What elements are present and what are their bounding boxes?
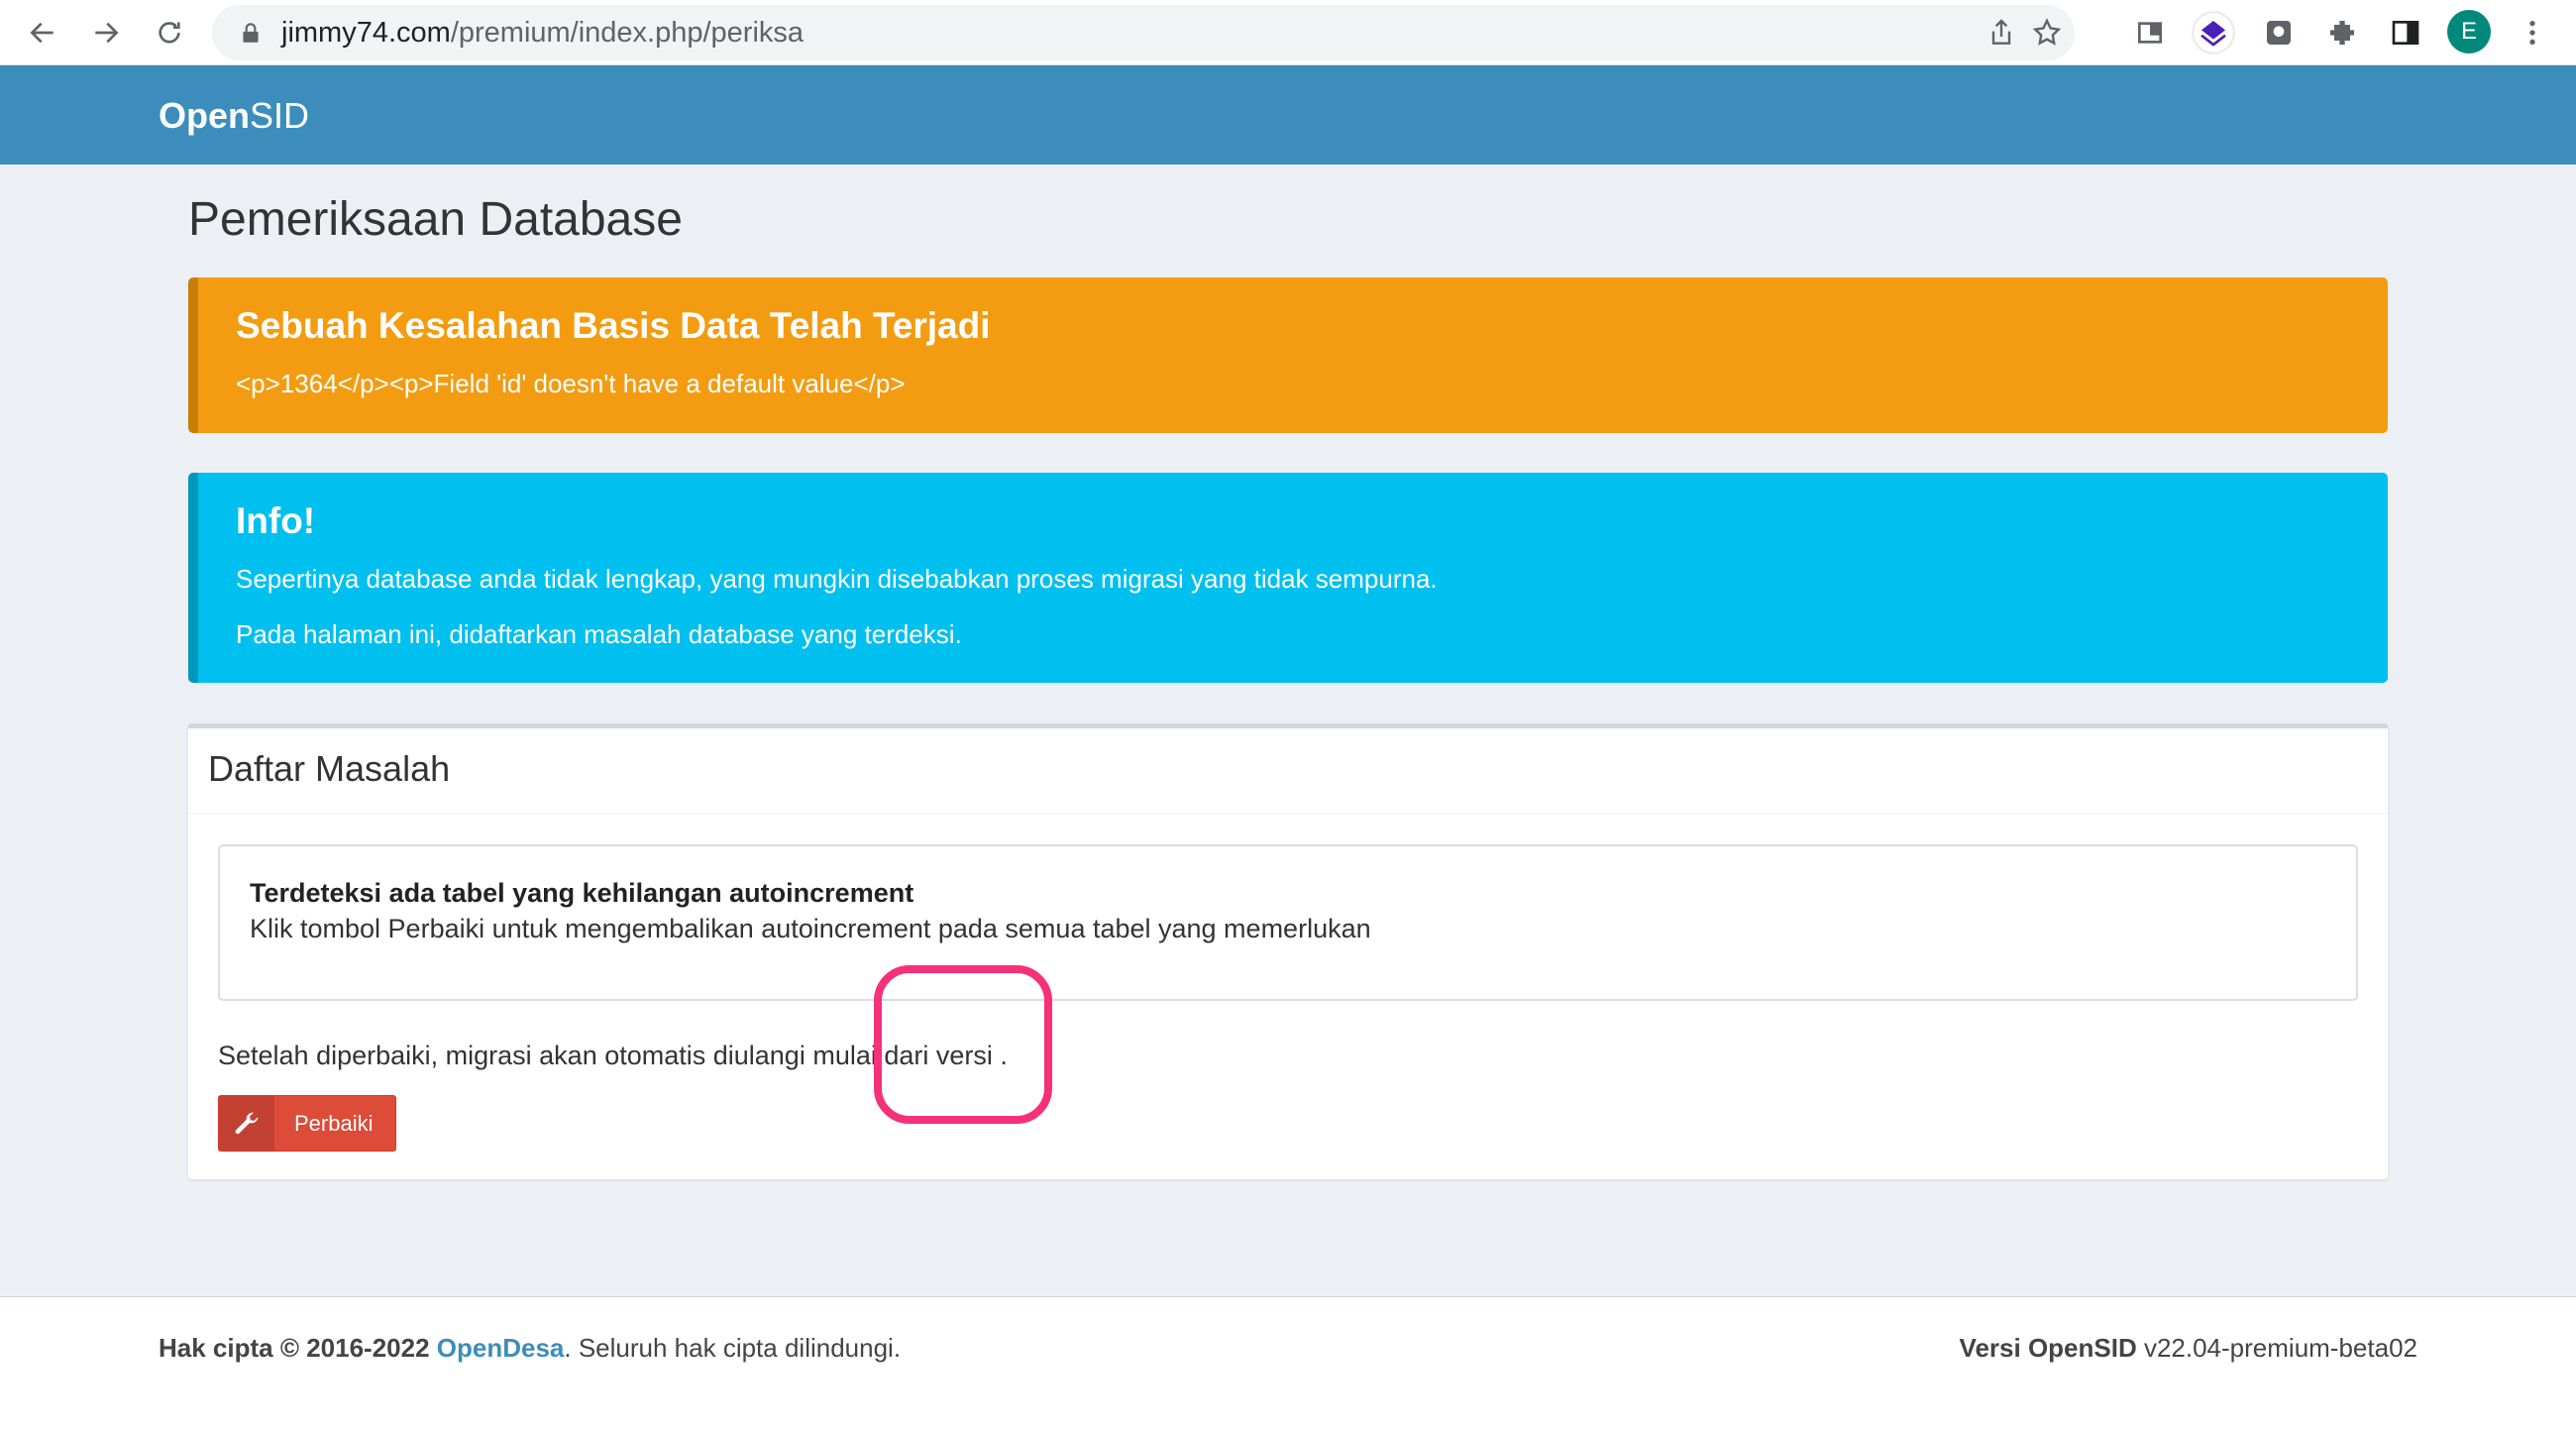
reload-icon [159, 22, 180, 44]
brand-rest: SID [250, 95, 310, 136]
lock-icon [243, 23, 259, 43]
puzzle-icon [2330, 21, 2354, 45]
layers-icon [2200, 21, 2226, 47]
footer-version: Versi OpenSID v22.04-premium-beta02 [1960, 1333, 2417, 1364]
reading-list-icon [2138, 22, 2162, 44]
browser-toolbar: jimmy74.com/premium/index.php/periksa E [0, 0, 2576, 65]
side-panel-button[interactable] [2386, 13, 2425, 53]
copyright-suffix: . Seluruh hak cipta dilindungi. [564, 1333, 902, 1363]
page-title: Pemeriksaan Database [188, 193, 683, 246]
brand-bold: Open [159, 95, 251, 136]
profile-avatar[interactable]: E [2447, 10, 2491, 54]
back-button[interactable] [18, 8, 67, 57]
version-label: Versi OpenSID [1959, 1333, 2137, 1363]
wrench-icon [219, 1096, 274, 1151]
version-value: v22.04-premium-beta02 [2136, 1333, 2417, 1363]
star-icon[interactable] [2031, 17, 2063, 49]
brand-logo[interactable]: OpenSID [159, 95, 309, 137]
error-callout-title: Sebuah Kesalahan Basis Data Telah Terjad… [236, 305, 991, 346]
opendesa-link[interactable]: OpenDesa [437, 1333, 565, 1363]
extension-3[interactable] [2259, 13, 2299, 53]
badge-icon [2267, 21, 2291, 45]
url-path: /premium/index.php/periksa [450, 17, 805, 49]
fix-button-label: Perbaiki [294, 1110, 374, 1136]
annotation-highlight [874, 965, 1052, 1124]
footer: Hak cipta © 2016-2022 OpenDesa. Seluruh … [0, 1296, 2576, 1435]
copyright-prefix: Hak cipta © 2016-2022 [159, 1333, 430, 1363]
url-text: jimmy74.com/premium/index.php/periksa [281, 17, 804, 50]
side-panel-icon [2392, 21, 2419, 45]
footer-copyright: Hak cipta © 2016-2022 OpenDesa. Seluruh … [159, 1333, 901, 1364]
address-bar[interactable]: jimmy74.com/premium/index.php/periksa [212, 5, 2075, 60]
problem-item: Terdeteksi ada tabel yang kehilangan aut… [218, 844, 2358, 1001]
extension-2[interactable] [2194, 13, 2233, 53]
error-callout-message: <p>1364</p><p>Field 'id' doesn't have a … [236, 369, 906, 398]
info-callout-line2: Pada halaman ini, didaftarkan masalah da… [236, 619, 962, 649]
problem-list-box: Daftar Masalah Terdeteksi ada tabel yang… [188, 723, 2388, 1179]
problem-description: Klik tombol Perbaiki untuk mengembalikan… [250, 914, 1371, 943]
forward-button[interactable] [81, 8, 131, 57]
kebab-menu-icon [2529, 21, 2535, 45]
extensions-button[interactable] [2322, 13, 2362, 53]
error-callout: Sebuah Kesalahan Basis Data Telah Terjad… [188, 277, 2388, 433]
url-host: jimmy74.com [281, 17, 451, 49]
problem-title: Terdeteksi ada tabel yang kehilangan aut… [250, 878, 914, 908]
fix-button[interactable]: Perbaiki [218, 1095, 396, 1152]
arrow-left-icon [30, 22, 54, 44]
box-title: Daftar Masalah [208, 748, 451, 789]
app-header: OpenSID [0, 65, 2576, 165]
info-callout-title: Info! [236, 500, 316, 541]
extension-1[interactable] [2130, 13, 2170, 53]
box-header: Daftar Masalah [188, 728, 2388, 814]
info-callout-line1: Sepertinya database anda tidak lengkap, … [236, 564, 1438, 594]
menu-button[interactable] [2513, 13, 2552, 53]
reload-button[interactable] [145, 8, 194, 57]
arrow-right-icon [95, 22, 119, 44]
info-callout: Info! Sepertinya database anda tidak len… [188, 473, 2388, 683]
share-icon[interactable] [1986, 17, 2017, 49]
